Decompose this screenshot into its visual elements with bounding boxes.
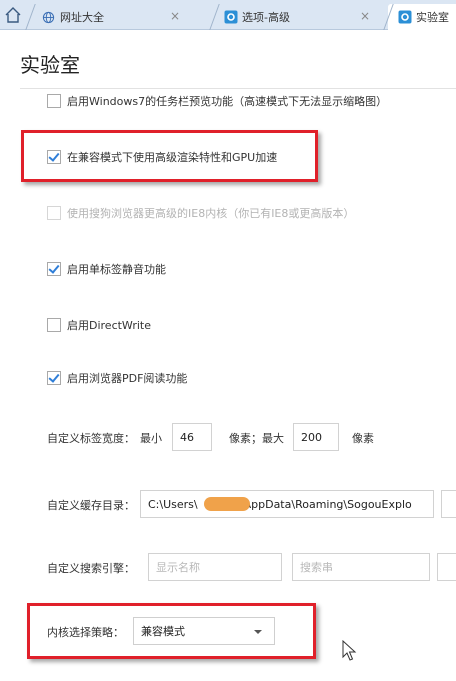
- tab-separator: [383, 4, 394, 30]
- tab-width-min-label: 最小: [140, 432, 162, 445]
- cache-dir-input[interactable]: C:\Users\ AppData\Roaming\SogouExplo: [140, 490, 434, 518]
- tab-label: 网址大全: [60, 11, 104, 24]
- highlight-box: [27, 603, 316, 659]
- checkbox[interactable]: [47, 262, 61, 276]
- option-win7-taskbar-preview[interactable]: 启用Windows7的任务栏预览功能（高速模式下无法显示缩略图）: [47, 93, 387, 109]
- tab-width-label: 自定义标签宽度：: [47, 432, 135, 445]
- search-engine-url-input[interactable]: 搜索串: [292, 553, 430, 581]
- search-engine-label: 自定义搜索引擎：: [47, 562, 135, 575]
- option-label: 启用浏览器PDF阅读功能: [67, 372, 188, 385]
- tab-label: 选项-高级: [242, 11, 290, 24]
- tab-width-min-input[interactable]: 46: [172, 423, 212, 451]
- cache-dir-suffix: AppData\Roaming\SogouExplo: [243, 497, 412, 511]
- tab-separator: [25, 4, 36, 30]
- checkbox[interactable]: [47, 94, 61, 108]
- option-pdf-reader[interactable]: 启用浏览器PDF阅读功能: [47, 370, 187, 386]
- tab-width-unit: 像素: [352, 432, 374, 445]
- option-tab-mute[interactable]: 启用单标签静音功能: [47, 261, 166, 277]
- option-label: 使用搜狗浏览器更高级的IE8内核（你已有IE8或更高版本）: [67, 207, 355, 220]
- option-label: 启用单标签静音功能: [67, 263, 166, 276]
- settings-app-icon: [398, 10, 412, 24]
- search-engine-extra-input[interactable]: [437, 553, 456, 581]
- cache-dir-label: 自定义缓存目录：: [47, 499, 135, 512]
- tab-width-max-input[interactable]: 200: [293, 423, 339, 451]
- checkbox[interactable]: [47, 371, 61, 385]
- tab-lab[interactable]: 实验室: [383, 4, 456, 30]
- search-engine-name-input[interactable]: 显示名称: [148, 553, 282, 581]
- close-icon[interactable]: ×: [170, 9, 180, 23]
- cache-dir-prefix: C:\Users\: [148, 497, 198, 511]
- tab-separator: [209, 4, 220, 30]
- page-title: 实验室: [20, 53, 80, 77]
- settings-app-icon: [224, 10, 238, 24]
- tab-bar: 网址大全 × 选项-高级 × 实验室: [0, 0, 456, 30]
- option-label: 启用DirectWrite: [67, 319, 151, 332]
- checkbox: [47, 206, 61, 220]
- option-directwrite[interactable]: 启用DirectWrite: [47, 317, 151, 333]
- tab-label: 实验室: [416, 11, 449, 24]
- checkbox[interactable]: [47, 318, 61, 332]
- globe-icon: [42, 11, 55, 23]
- option-label: 启用Windows7的任务栏预览功能（高速模式下无法显示缩略图）: [67, 95, 388, 108]
- cache-dir-browse-button[interactable]: [441, 490, 456, 518]
- redaction-mark: [204, 497, 250, 511]
- tab-width-max-label: 像素；最大: [229, 432, 284, 445]
- tab-advanced-options[interactable]: 选项-高级 ×: [209, 4, 380, 30]
- tab-web-directory[interactable]: 网址大全 ×: [25, 4, 190, 30]
- close-icon[interactable]: ×: [360, 9, 370, 23]
- mouse-cursor-icon: [342, 640, 357, 661]
- home-icon[interactable]: [4, 6, 22, 24]
- option-ie8-kernel: 使用搜狗浏览器更高级的IE8内核（你已有IE8或更高版本）: [47, 205, 354, 221]
- divider: [20, 88, 456, 89]
- highlight-box: [21, 130, 318, 182]
